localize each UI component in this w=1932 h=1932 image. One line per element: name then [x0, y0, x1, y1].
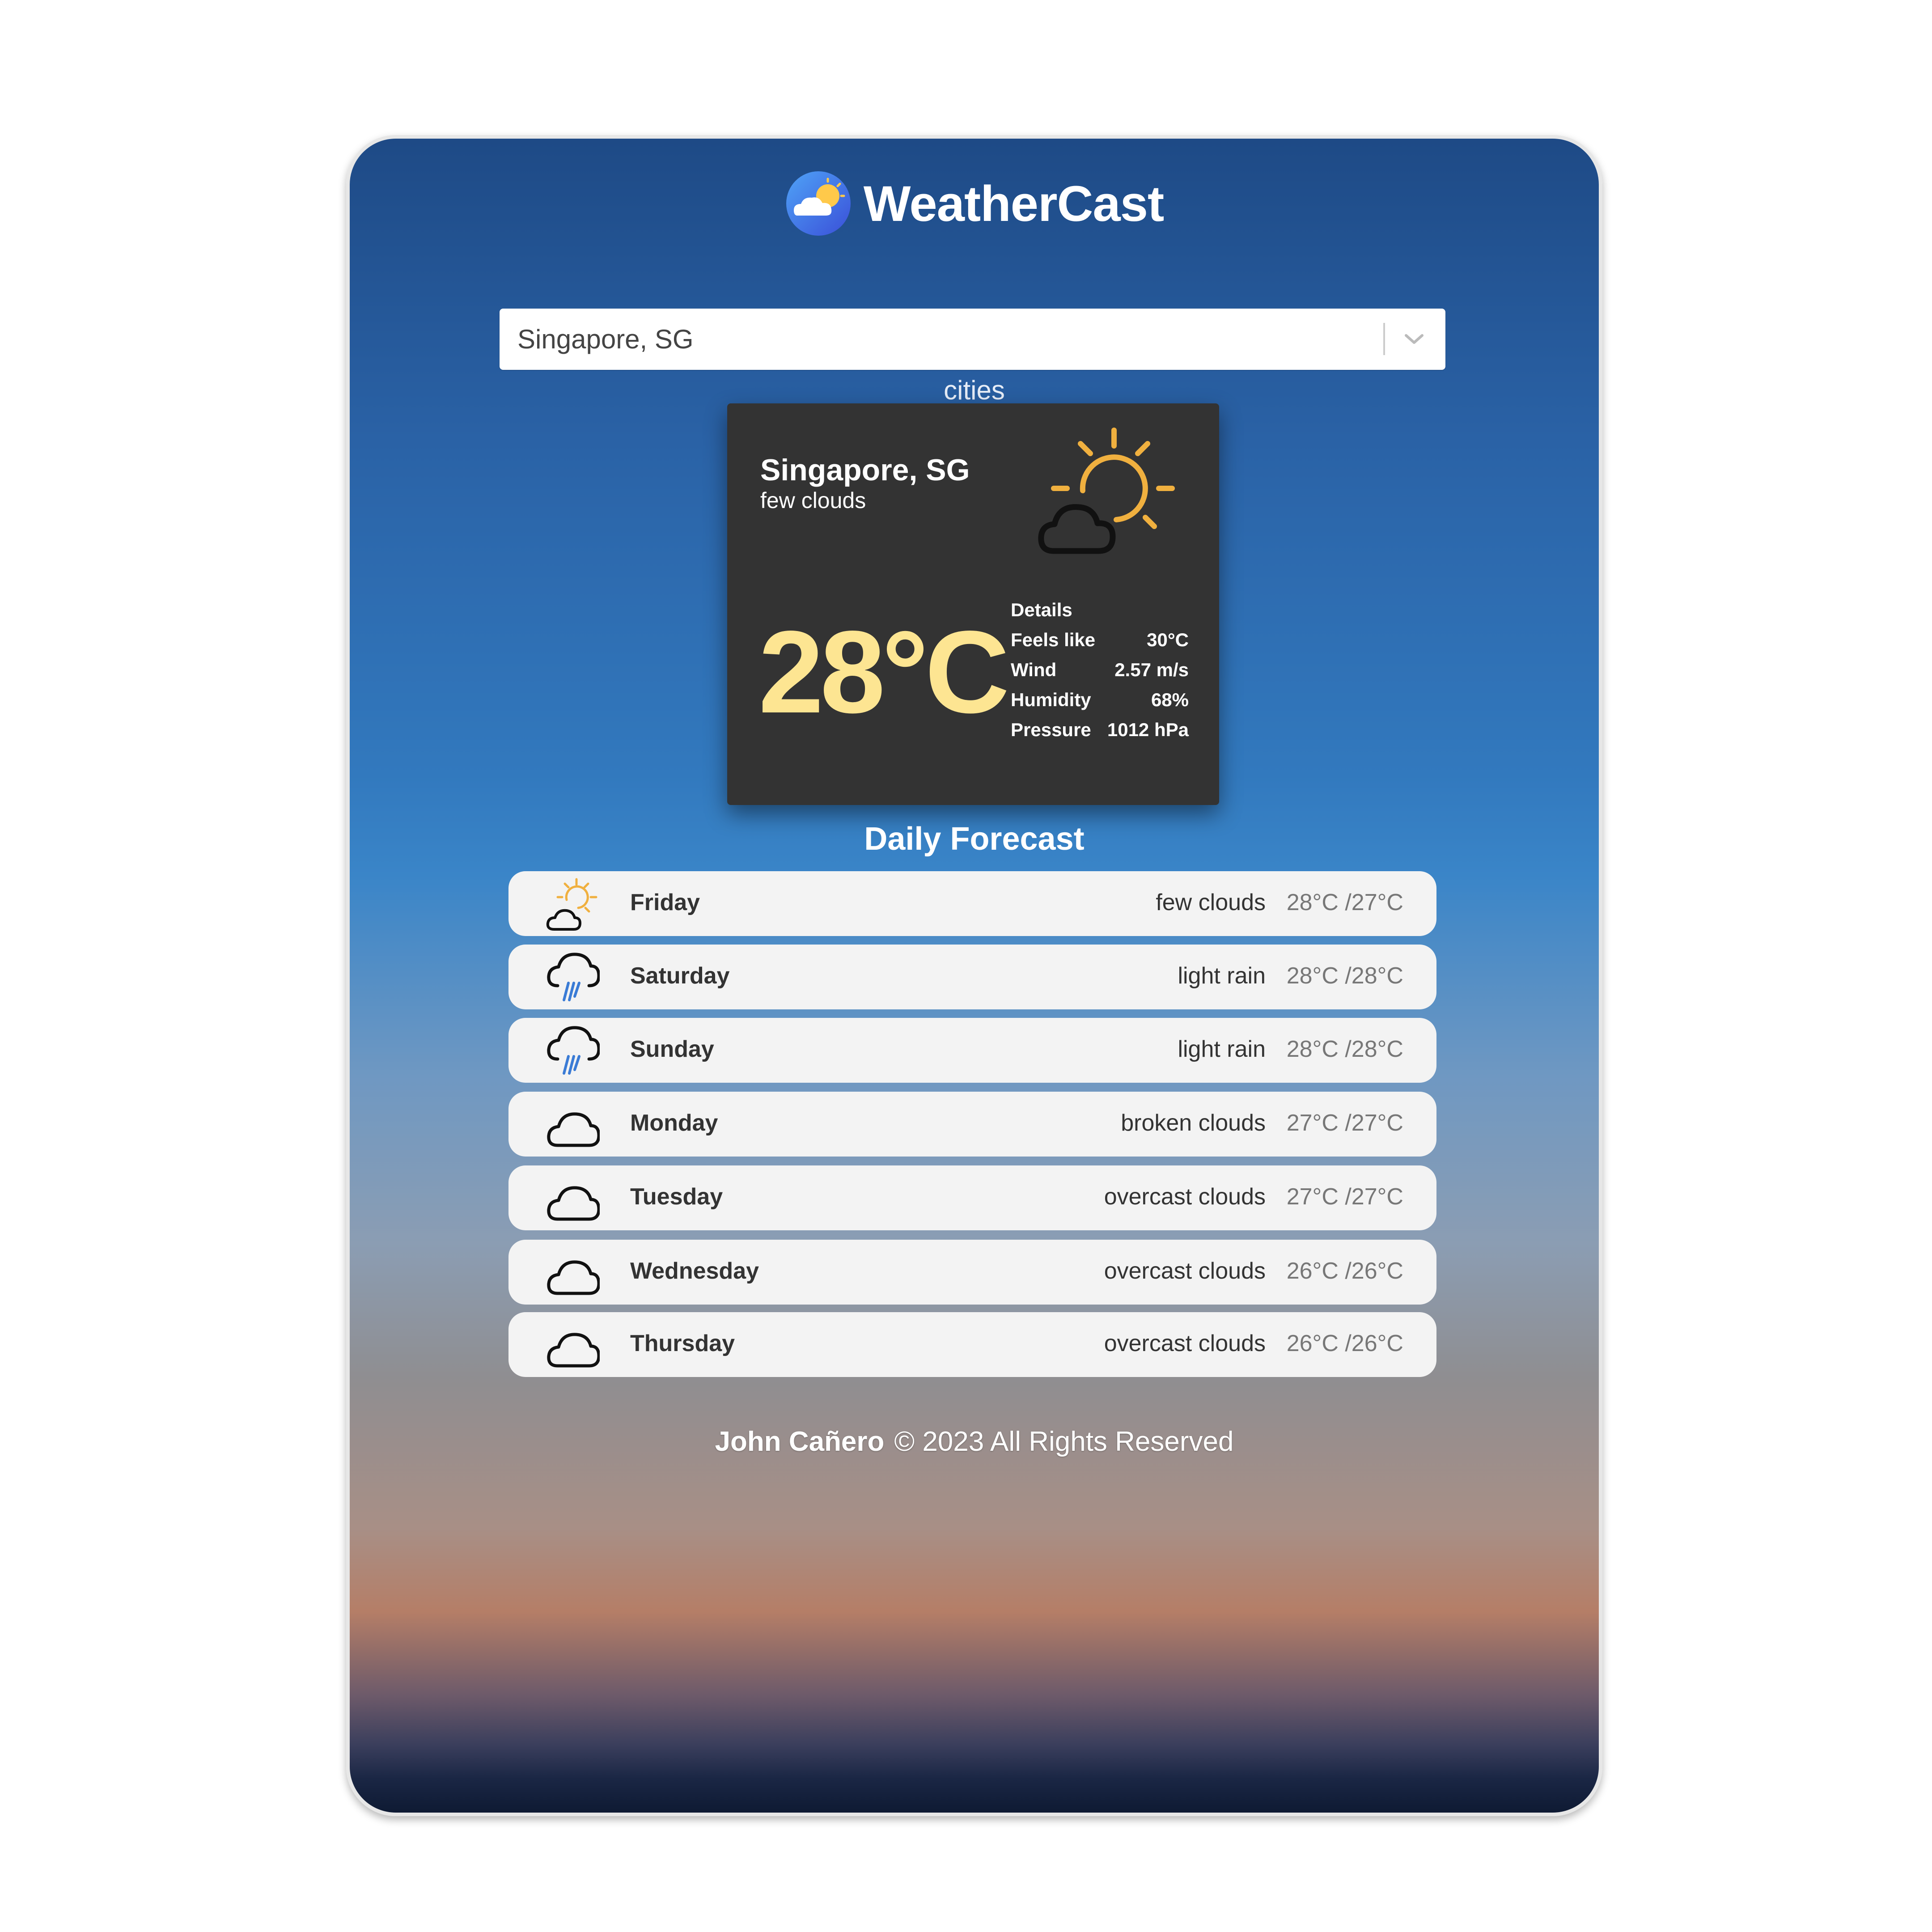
- current-temperature: 28°C: [758, 606, 1009, 737]
- current-description: few clouds: [760, 488, 866, 513]
- cloud-icon: [544, 1097, 601, 1152]
- detail-value: 68%: [1151, 689, 1189, 710]
- detail-row-humidity: Humidity 68%: [1011, 685, 1189, 715]
- sun-cloud-icon: [1036, 421, 1179, 564]
- forecast-day: Thursday: [630, 1330, 735, 1356]
- detail-row-feels-like: Feels like 30°C: [1011, 625, 1189, 655]
- forecast-day: Friday: [630, 890, 700, 915]
- forecast-row-friday[interactable]: Friday few clouds 28°C /27°C: [508, 871, 1436, 936]
- forecast-day: Tuesday: [630, 1184, 723, 1210]
- forecast-description: light rain: [1178, 1036, 1266, 1062]
- detail-row-pressure: Pressure 1012 hPa: [1011, 715, 1189, 745]
- forecast-temps: 28°C /28°C: [1286, 1036, 1403, 1062]
- chevron-down-icon[interactable]: [1402, 331, 1426, 347]
- footer-author: John Cañero: [715, 1426, 885, 1457]
- forecast-description: light rain: [1178, 963, 1266, 989]
- forecast-description: overcast clouds: [1104, 1330, 1266, 1356]
- forecast-description: few clouds: [1156, 890, 1266, 915]
- app-title: WeatherCast: [863, 175, 1165, 232]
- detail-label: Pressure: [1011, 719, 1091, 740]
- detail-value: 30°C: [1147, 629, 1189, 650]
- app-subtitle: cities: [944, 375, 1005, 405]
- forecast-day: Sunday: [630, 1036, 714, 1062]
- forecast-day: Saturday: [630, 963, 730, 989]
- forecast-temps: 27°C /27°C: [1286, 1184, 1403, 1210]
- forecast-row-sunday[interactable]: Sunday light rain 28°C /28°C: [508, 1018, 1436, 1083]
- forecast-row-thursday[interactable]: Thursday overcast clouds 26°C /26°C: [508, 1312, 1436, 1377]
- select-divider: [1383, 323, 1385, 355]
- app-header: WeatherCast: [350, 168, 1599, 239]
- detail-value: 1012 hPa: [1107, 719, 1189, 740]
- forecast-temps: 26°C /26°C: [1286, 1330, 1403, 1356]
- current-weather-card: Singapore, SG few clouds 28°C Details Fe…: [727, 403, 1219, 805]
- forecast-title: Daily Forecast: [864, 821, 1085, 857]
- city-select[interactable]: Singapore, SG: [500, 309, 1445, 370]
- forecast-temps: 27°C /27°C: [1286, 1110, 1403, 1136]
- cloud-icon: [544, 1171, 601, 1226]
- city-select-value: Singapore, SG: [517, 324, 694, 354]
- cloud-sun-logo-icon: [785, 170, 852, 237]
- rain-cloud-icon: [544, 950, 601, 1005]
- forecast-day: Wednesday: [630, 1258, 759, 1284]
- rain-cloud-icon: [544, 1023, 601, 1079]
- cloud-icon: [544, 1245, 601, 1301]
- forecast-row-wednesday[interactable]: Wednesday overcast clouds 26°C /26°C: [508, 1240, 1436, 1305]
- forecast-description: broken clouds: [1121, 1110, 1266, 1136]
- details-panel: Details Feels like 30°C Wind 2.57 m/s Hu…: [1011, 595, 1189, 745]
- detail-label: Humidity: [1011, 689, 1091, 710]
- forecast-temps: 28°C /28°C: [1286, 963, 1403, 989]
- forecast-row-saturday[interactable]: Saturday light rain 28°C /28°C: [508, 945, 1436, 1009]
- app-frame: WeatherCast cities Singapore, SG Singapo…: [346, 135, 1602, 1816]
- cloud-icon: [544, 1318, 601, 1373]
- detail-label: Wind: [1011, 659, 1057, 680]
- details-heading: Details: [1011, 599, 1072, 620]
- forecast-temps: 28°C /27°C: [1286, 890, 1403, 915]
- forecast-row-tuesday[interactable]: Tuesday overcast clouds 27°C /27°C: [508, 1165, 1436, 1230]
- detail-label: Feels like: [1011, 629, 1096, 650]
- forecast-temps: 26°C /26°C: [1286, 1258, 1403, 1284]
- current-city: Singapore, SG: [760, 453, 970, 487]
- detail-value: 2.57 m/s: [1114, 659, 1189, 680]
- footer-copyright: © 2023 All Rights Reserved: [894, 1426, 1234, 1457]
- forecast-description: overcast clouds: [1104, 1184, 1266, 1210]
- forecast-row-monday[interactable]: Monday broken clouds 27°C /27°C: [508, 1092, 1436, 1157]
- detail-row-wind: Wind 2.57 m/s: [1011, 655, 1189, 685]
- sun-cloud-icon: [544, 877, 600, 932]
- forecast-day: Monday: [630, 1110, 718, 1136]
- footer: John Cañero © 2023 All Rights Reserved: [350, 1426, 1599, 1457]
- forecast-description: overcast clouds: [1104, 1258, 1266, 1284]
